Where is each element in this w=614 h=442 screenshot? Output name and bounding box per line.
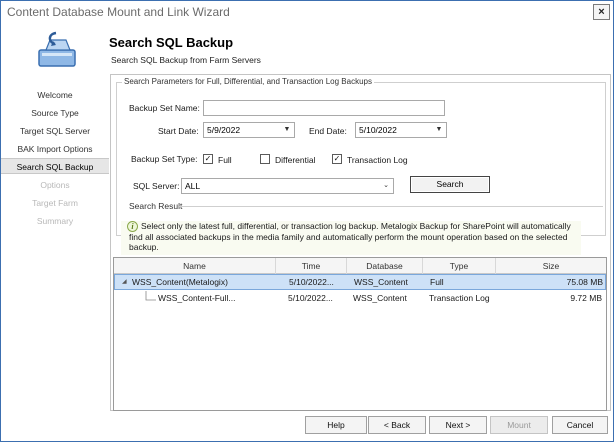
column-header-type[interactable]: Type xyxy=(423,258,496,274)
check-icon: ✓ xyxy=(333,154,341,163)
chevron-down-icon[interactable]: ▼ xyxy=(280,123,294,137)
step-target-sql-server[interactable]: Target SQL Server xyxy=(1,123,109,139)
expand-icon[interactable]: ◢ xyxy=(122,275,127,291)
database-mount-icon xyxy=(38,31,76,67)
step-summary: Summary xyxy=(36,216,74,226)
title-bar: Content Database Mount and Link Wizard × xyxy=(1,1,613,23)
info-icon: i xyxy=(127,221,138,232)
column-header-size[interactable]: Size xyxy=(496,258,606,274)
step-source-type[interactable]: Source Type xyxy=(1,105,109,121)
help-button[interactable]: Help xyxy=(305,416,367,434)
chevron-down-icon[interactable]: ⌄ xyxy=(379,179,393,193)
tree-connector-icon xyxy=(145,291,156,301)
backup-results-table: Name Time Database Type Size ◢ WSS_Conte… xyxy=(113,257,607,411)
backup-set-type-label: Backup Set Type: xyxy=(131,154,198,164)
step-bak-import-options[interactable]: BAK Import Options xyxy=(1,141,109,157)
step-search-sql-backup[interactable]: Search SQL Backup xyxy=(1,158,109,174)
differential-checkbox[interactable] xyxy=(260,154,270,164)
column-header-time[interactable]: Time xyxy=(276,258,347,274)
search-parameters-legend: Search Parameters for Full, Differential… xyxy=(122,77,374,86)
end-date-value: 5/10/2022 xyxy=(359,125,397,135)
cancel-button[interactable]: Cancel xyxy=(552,416,608,434)
page-subtitle: Search SQL Backup from Farm Servers xyxy=(111,55,261,65)
chevron-down-icon[interactable]: ▼ xyxy=(432,123,446,137)
row-name: WSS_Content(Metalogix) xyxy=(132,277,228,287)
row-size: 75.08 MB xyxy=(566,277,603,287)
wizard-window: Content Database Mount and Link Wizard ×… xyxy=(0,0,614,442)
step-options: Options xyxy=(40,180,70,190)
transaction-log-checkbox-label: Transaction Log xyxy=(347,155,408,165)
step-welcome[interactable]: Welcome xyxy=(1,87,109,103)
start-date-value: 5/9/2022 xyxy=(207,125,241,135)
end-date-picker[interactable]: 5/10/2022 ▼ xyxy=(355,122,447,138)
column-header-name[interactable]: Name xyxy=(114,258,276,274)
row-time: 5/10/2022... xyxy=(288,293,333,303)
sql-server-label: SQL Server: xyxy=(133,181,180,191)
check-icon: ✓ xyxy=(204,154,212,163)
row-database: WSS_Content xyxy=(354,277,408,287)
row-type: Full xyxy=(430,277,444,287)
full-checkbox[interactable]: ✓ xyxy=(203,154,213,164)
search-parameters-group: Search Parameters for Full, Differential… xyxy=(116,77,606,255)
search-result-divider xyxy=(179,206,603,207)
full-checkbox-label: Full xyxy=(218,155,232,165)
backup-set-name-input[interactable] xyxy=(203,100,445,116)
row-time: 5/10/2022... xyxy=(289,277,334,287)
sql-server-value: ALL xyxy=(185,181,201,191)
table-header: Name Time Database Type Size xyxy=(114,258,606,274)
column-header-database[interactable]: Database xyxy=(347,258,423,274)
transaction-log-checkbox[interactable]: ✓ xyxy=(332,154,342,164)
close-button[interactable]: × xyxy=(593,4,610,20)
row-database: WSS_Content xyxy=(353,293,407,303)
page-title: Search SQL Backup xyxy=(109,35,234,50)
row-size: 9.72 MB xyxy=(570,293,602,303)
back-button[interactable]: < Back xyxy=(368,416,426,434)
backup-set-name-label: Backup Set Name: xyxy=(129,103,200,113)
end-date-label: End Date: xyxy=(309,126,347,136)
search-result-label: Search Result xyxy=(129,201,183,211)
start-date-picker[interactable]: 5/9/2022 ▼ xyxy=(203,122,295,138)
row-type: Transaction Log xyxy=(429,293,490,303)
wizard-footer: Help < Back Next > Mount Cancel xyxy=(1,411,613,441)
table-row[interactable]: ◢ WSS_Content(Metalogix) 5/10/2022... WS… xyxy=(114,274,606,290)
content-panel: Search Parameters for Full, Differential… xyxy=(110,74,611,411)
info-text: Select only the latest full, differentia… xyxy=(129,221,571,252)
row-name: WSS_Content-Full... xyxy=(158,293,236,303)
start-date-label: Start Date: xyxy=(158,126,199,136)
next-button[interactable]: Next > xyxy=(429,416,487,434)
search-button[interactable]: Search xyxy=(410,176,490,193)
window-title: Content Database Mount and Link Wizard xyxy=(7,5,230,19)
differential-checkbox-label: Differential xyxy=(275,155,316,165)
table-row[interactable]: WSS_Content-Full... 5/10/2022... WSS_Con… xyxy=(114,291,606,307)
step-target-farm: Target Farm xyxy=(32,198,78,208)
mount-button[interactable]: Mount xyxy=(490,416,548,434)
sql-server-select[interactable]: ALL ⌄ xyxy=(181,178,394,194)
